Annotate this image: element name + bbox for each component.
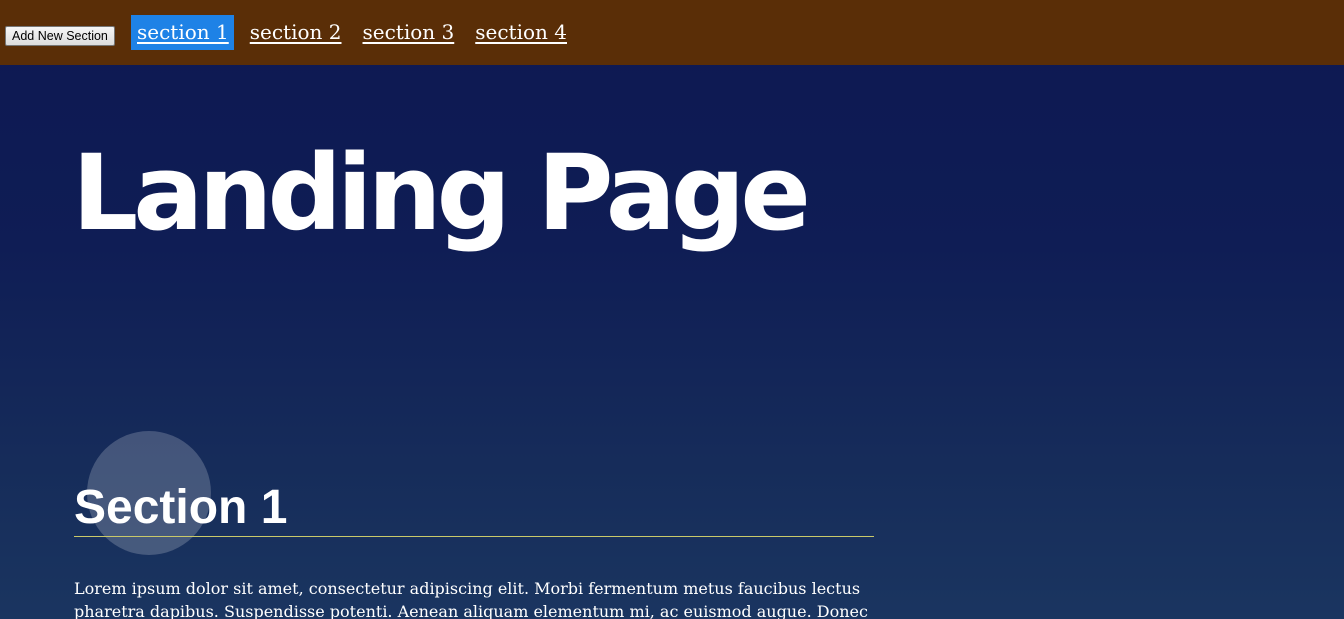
page-title: Landing Page	[72, 132, 811, 254]
add-new-section-button[interactable]: Add New Section	[5, 26, 115, 46]
nav-list: section 1 section 2 section 3 section 4	[131, 15, 582, 50]
nav-item-section-2[interactable]: section 2	[244, 15, 347, 50]
nav-item-section-1[interactable]: section 1	[131, 15, 234, 50]
section-paragraph: Lorem ipsum dolor sit amet, consectetur …	[74, 579, 868, 619]
navbar: Add New Section section 1 section 2 sect…	[0, 0, 1344, 65]
nav-item-section-3[interactable]: section 3	[357, 15, 460, 50]
nav-item-section-4[interactable]: section 4	[469, 15, 572, 50]
section-heading: Section 1	[74, 482, 874, 537]
